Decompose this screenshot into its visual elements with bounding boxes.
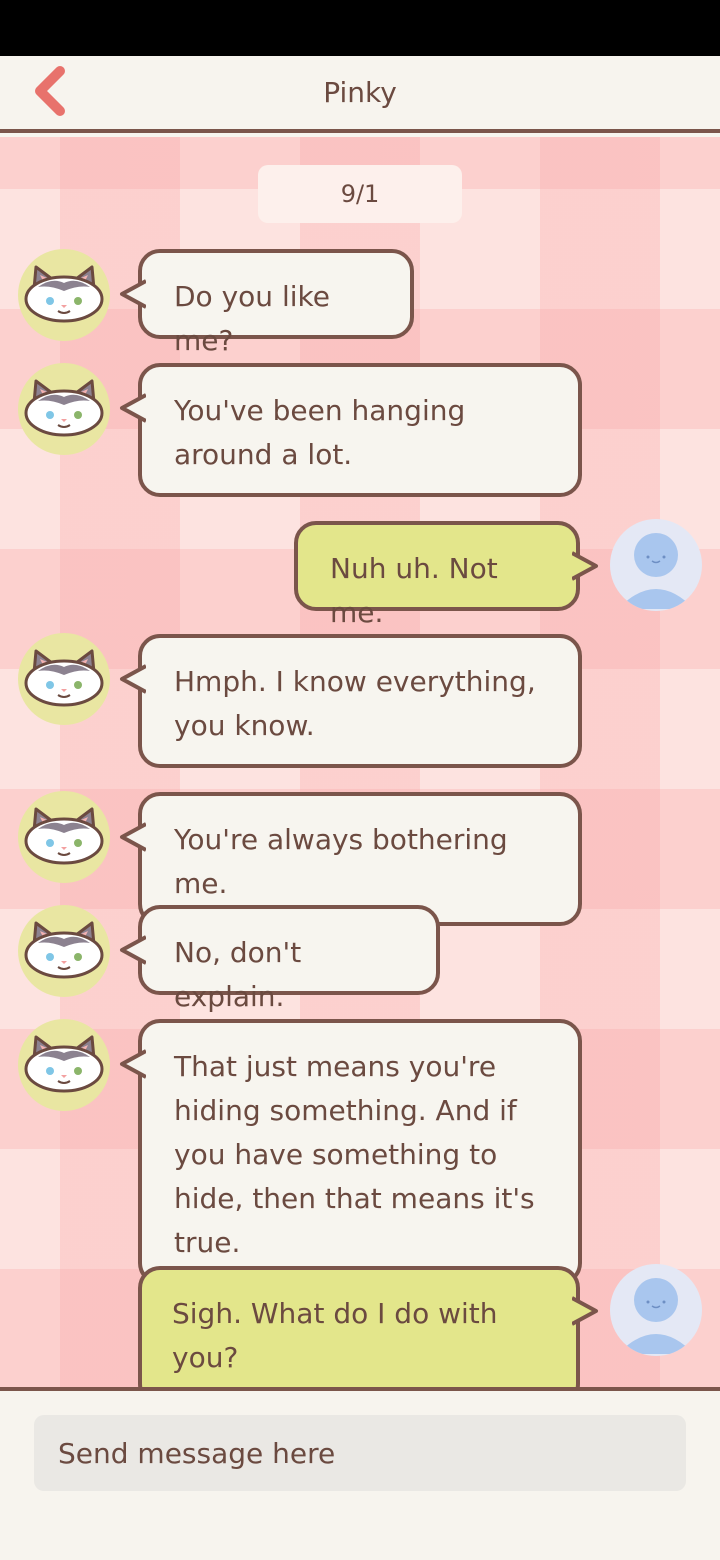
message-bubble[interactable]: No, don't explain. (120, 905, 440, 1013)
message-bubble[interactable]: Sigh. What do I do with you? (138, 1266, 598, 1389)
message-input[interactable] (34, 1415, 686, 1491)
message-text: Nuh uh. Not me. (330, 552, 498, 629)
message-bubble[interactable]: Hmph. I know everything, you know. (120, 634, 582, 768)
message-text: Do you like me? (174, 280, 330, 357)
chat-area[interactable]: 9/1 Do you like me? You've been hanging … (0, 137, 720, 1389)
message-text: Hmph. I know everything, you know. (174, 665, 536, 742)
cat-avatar-icon[interactable] (18, 905, 110, 997)
user-avatar-icon[interactable] (610, 519, 702, 611)
message-bubble[interactable]: You've been hanging around a lot. (120, 363, 582, 497)
message-bubble[interactable]: Nuh uh. Not me. (294, 521, 598, 629)
user-avatar-icon[interactable] (610, 1264, 702, 1356)
cat-avatar-icon[interactable] (18, 633, 110, 725)
message-text: No, don't explain. (174, 936, 302, 1013)
cat-avatar-icon[interactable] (18, 1019, 110, 1111)
date-separator: 9/1 (258, 165, 462, 223)
chat-header: Pinky (0, 56, 720, 133)
chat-title: Pinky (323, 76, 397, 109)
message-text: You've been hanging around a lot. (174, 394, 466, 471)
message-text: You're always bothering me. (174, 823, 508, 900)
message-input-bar (0, 1387, 720, 1560)
message-bubble[interactable]: That just means you're hiding something.… (120, 1019, 582, 1285)
status-bar (0, 0, 720, 56)
message-text: That just means you're hiding something.… (174, 1050, 535, 1259)
cat-avatar-icon[interactable] (18, 363, 110, 455)
message-text: Sigh. What do I do with you? (172, 1297, 498, 1374)
cat-avatar-icon[interactable] (18, 249, 110, 341)
message-bubble[interactable]: Do you like me? (120, 249, 414, 357)
cat-avatar-icon[interactable] (18, 791, 110, 883)
